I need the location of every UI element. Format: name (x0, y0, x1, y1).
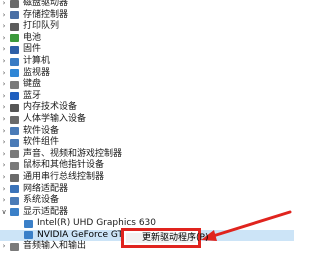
sound-icon (10, 150, 19, 159)
chevron-right-icon[interactable]: › (0, 195, 8, 207)
chevron-right-icon[interactable]: › (0, 33, 8, 45)
tree-item-label: 软件设备 (23, 125, 60, 136)
tree-item-label: NVIDIA GeForce GT (37, 229, 124, 240)
tree-item-label: 键盘 (23, 79, 42, 90)
device-tree: › 磁盘驱动器 › 存储控制器 › 打印队列 › 电池 › 固件 › 计算机 › 监视器 › 键盘 › 蓝牙 › 内存… (0, 0, 294, 253)
disk-drive-icon (10, 0, 19, 8)
chevron-right-icon[interactable]: › (0, 56, 8, 68)
tree-item-label: 网络适配器 (23, 183, 69, 194)
tree-item-sound[interactable]: › 声音、视频和游戏控制器 (0, 149, 294, 161)
tree-item-label: 计算机 (23, 55, 51, 66)
tree-item-bluetooth[interactable]: › 蓝牙 (0, 91, 294, 103)
chevron-right-icon[interactable]: › (0, 137, 8, 149)
display-adapter-icon (24, 231, 33, 240)
tree-item-label: 内存技术设备 (23, 102, 78, 113)
computer-icon (10, 57, 19, 66)
chevron-right-icon[interactable]: › (0, 21, 8, 33)
tree-item-hid[interactable]: › 人体学输入设备 (0, 114, 294, 126)
tree-item-label: 监视器 (23, 67, 51, 78)
chevron-right-icon[interactable]: › (0, 160, 8, 172)
tree-item-software-component[interactable]: › 软件组件 (0, 137, 294, 149)
chevron-right-icon[interactable]: › (0, 126, 8, 138)
network-adapter-icon (10, 185, 19, 194)
context-menu-body: 更新驱动程序(P) (126, 233, 208, 243)
chevron-right-icon[interactable]: › (0, 68, 8, 80)
chevron-right-icon[interactable]: › (0, 10, 8, 22)
tree-item-label: 蓝牙 (23, 90, 42, 101)
system-device-icon (10, 196, 19, 205)
chevron-right-icon[interactable]: › (0, 44, 8, 56)
display-adapter-icon (10, 208, 19, 217)
tree-item-label: 音频输入和输出 (23, 241, 87, 252)
hid-icon (10, 115, 19, 124)
monitor-icon (10, 69, 19, 78)
tree-item-memory-device[interactable]: › 内存技术设备 (0, 102, 294, 114)
tree-item-battery[interactable]: › 电池 (0, 33, 294, 45)
bluetooth-icon (10, 92, 19, 101)
chevron-down-icon[interactable]: ∨ (0, 207, 8, 219)
tree-item-network-adapter[interactable]: › 网络适配器 (0, 184, 294, 196)
storage-controller-icon (10, 11, 19, 20)
chevron-right-icon[interactable]: › (0, 79, 8, 91)
software-component-icon (10, 138, 19, 147)
mouse-icon (10, 161, 19, 170)
tree-item-label: 打印队列 (23, 21, 60, 32)
battery-icon (10, 34, 19, 43)
chevron-right-icon[interactable]: › (0, 184, 8, 196)
tree-item-computer[interactable]: › 计算机 (0, 56, 294, 68)
update-driver-menu-item[interactable]: 更新驱动程序(P) (142, 233, 208, 243)
tree-item-label: 固件 (23, 44, 42, 55)
memory-device-icon (10, 103, 19, 112)
tree-item-mouse[interactable]: › 鼠标和其他指针设备 (0, 160, 294, 172)
chevron-right-icon[interactable]: › (0, 149, 8, 161)
tree-item-keyboard[interactable]: › 键盘 (0, 79, 294, 91)
tree-item-label: 人体学输入设备 (23, 113, 87, 124)
tree-item-software-device[interactable]: › 软件设备 (0, 126, 294, 138)
chevron-right-icon[interactable]: › (0, 114, 8, 126)
tree-item-label: 磁盘驱动器 (23, 0, 69, 8)
tree-item-label: 存储控制器 (23, 9, 69, 20)
tree-item-label: 软件组件 (23, 137, 60, 148)
tree-item-monitor[interactable]: › 监视器 (0, 68, 294, 80)
tree-item-usb[interactable]: › 通用串行总线控制器 (0, 172, 294, 184)
tree-item-disk-drive[interactable]: › 磁盘驱动器 (0, 0, 294, 10)
tree-item-printer[interactable]: › 打印队列 (0, 21, 294, 33)
printer-icon (10, 22, 19, 31)
software-device-icon (10, 127, 19, 136)
tree-item-firmware[interactable]: › 固件 (0, 44, 294, 56)
tree-item-system-device[interactable]: › 系统设备 (0, 195, 294, 207)
tree-item-label: 系统设备 (23, 195, 60, 206)
chevron-right-icon[interactable]: › (0, 91, 8, 103)
display-adapter-icon (24, 219, 33, 228)
chevron-right-icon[interactable]: › (0, 172, 8, 184)
tree-item-label: 通用串行总线控制器 (23, 171, 105, 182)
chevron-right-icon[interactable]: › (0, 0, 8, 10)
tree-item-label: 鼠标和其他指针设备 (23, 160, 105, 171)
chevron-right-icon[interactable]: › (0, 241, 8, 253)
context-menu: 更新驱动程序(P) (121, 228, 208, 248)
chevron-right-icon[interactable]: › (0, 102, 8, 114)
usb-icon (10, 173, 19, 182)
tree-item-label: 显示适配器 (23, 206, 69, 217)
tree-item-display-adapter[interactable]: ∨ 显示适配器 (0, 207, 294, 219)
tree-item-label: 声音、视频和游戏控制器 (23, 148, 123, 159)
firmware-icon (10, 45, 19, 54)
tree-item-label: 电池 (23, 32, 42, 43)
tree-item-storage-controller[interactable]: › 存储控制器 (0, 10, 294, 22)
keyboard-icon (10, 80, 19, 89)
